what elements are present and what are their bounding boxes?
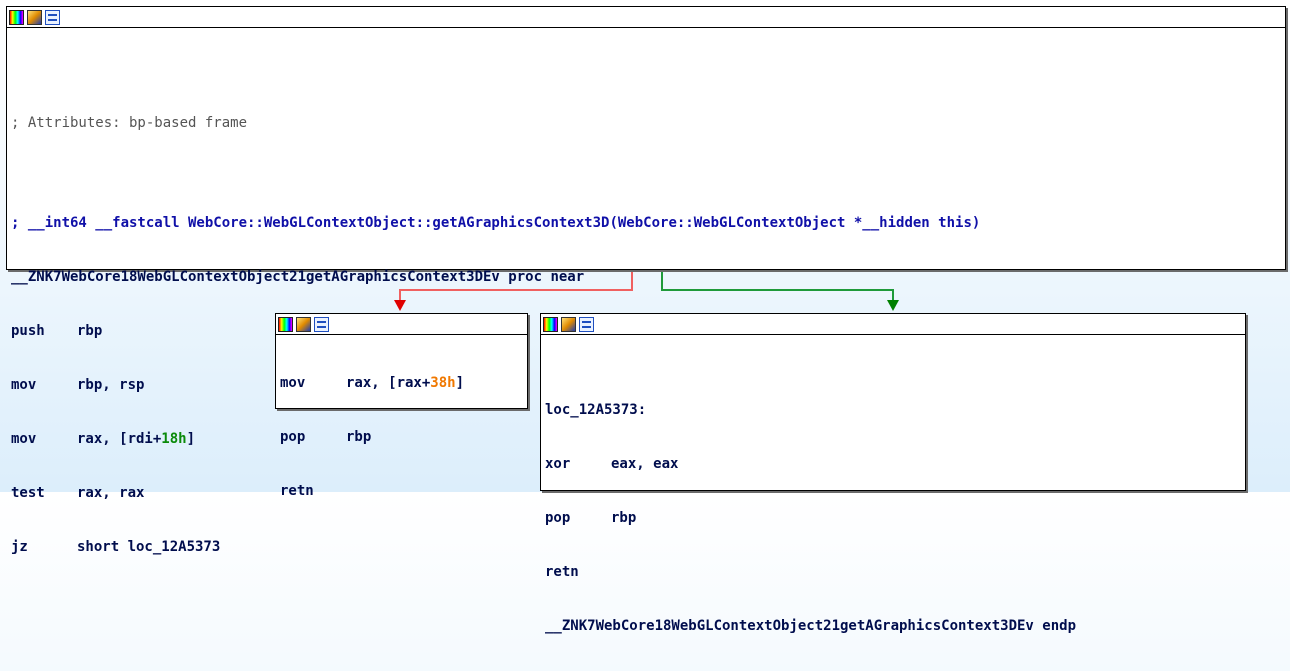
operand-close: ]	[186, 431, 196, 447]
signature-comment: ; __int64 __fastcall WebCore::WebGLConte…	[11, 215, 981, 231]
offset-number: 18h	[161, 431, 187, 447]
mnemonic: pop	[280, 429, 306, 445]
mnemonic: retn	[545, 564, 579, 580]
edit-pencil-icon[interactable]	[561, 316, 576, 332]
operand: rbp	[611, 510, 637, 526]
operand: rax, rax	[77, 485, 145, 501]
operand: rbp	[77, 323, 103, 339]
operand: rbp	[346, 429, 372, 445]
operand: rax, [rdi+	[77, 431, 162, 447]
branch-target[interactable]: short loc_12A5373	[77, 539, 220, 555]
mnemonic: test	[11, 485, 45, 501]
attributes-comment: ; Attributes: bp-based frame	[11, 115, 248, 131]
mnemonic: mov	[280, 375, 306, 391]
mnemonic: mov	[11, 377, 37, 393]
mnemonic: push	[11, 323, 45, 339]
offset-number: 38h	[430, 375, 456, 391]
mnemonic: retn	[280, 483, 314, 499]
instr-line[interactable]: pop rbp	[280, 428, 523, 446]
endp-line[interactable]: __ZNK7WebCore18WebGLContextObject21getAG…	[545, 617, 1241, 635]
graph-view-icon[interactable]	[314, 316, 329, 332]
operand: eax, eax	[611, 456, 679, 472]
operand: rbp, rsp	[77, 377, 145, 393]
block-header	[276, 314, 527, 335]
location-label[interactable]: loc_12A5373:	[545, 401, 1241, 419]
color-palette-icon[interactable]	[278, 316, 293, 332]
operand-close: ]	[455, 375, 465, 391]
fallthrough-block[interactable]: mov rax, [rax+38h] pop rbp retn	[275, 313, 528, 499]
mnemonic: pop	[545, 510, 571, 526]
instr-line[interactable]: retn	[280, 482, 523, 500]
edit-pencil-icon[interactable]	[27, 9, 42, 25]
block-header	[7, 7, 1285, 28]
mnemonic: xor	[545, 456, 571, 472]
jump-target-block[interactable]: loc_12A5373: xor eax, eax pop rbp retn __Z…	[540, 313, 1246, 634]
edit-pencil-icon[interactable]	[296, 316, 311, 332]
proc-label[interactable]: __ZNK7WebCore18WebGLContextObject21getAG…	[11, 268, 1281, 286]
graph-view-icon[interactable]	[579, 316, 594, 332]
instr-line[interactable]: mov rax, [rax+38h]	[280, 374, 523, 392]
instr-line[interactable]: xor eax, eax	[545, 455, 1241, 473]
operand: rax, [rax+	[346, 375, 431, 391]
mnemonic: mov	[11, 431, 37, 447]
color-palette-icon[interactable]	[543, 316, 558, 332]
block-header	[541, 314, 1245, 335]
mnemonic: jz	[11, 539, 28, 555]
main-code-block[interactable]: ; Attributes: bp-based frame ; __int64 _…	[6, 6, 1286, 555]
instr-line[interactable]: pop rbp	[545, 509, 1241, 527]
instr-line[interactable]: retn	[545, 563, 1241, 581]
color-palette-icon[interactable]	[9, 9, 24, 25]
graph-view-icon[interactable]	[45, 9, 60, 25]
